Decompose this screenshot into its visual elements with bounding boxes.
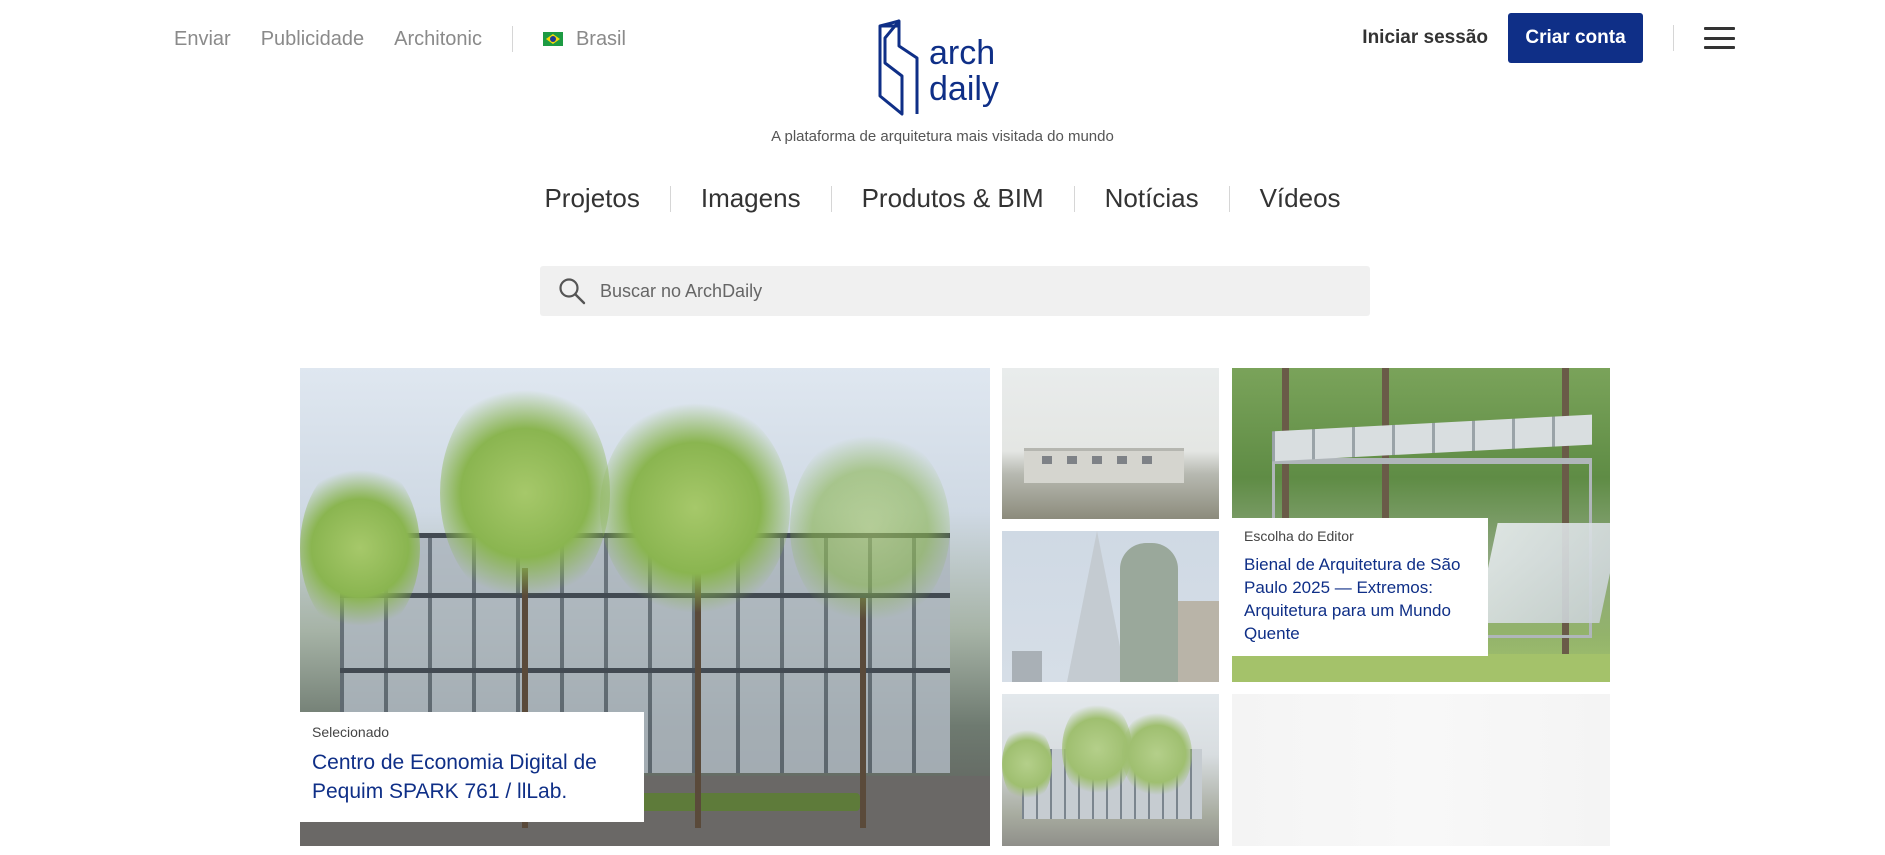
account-area: Iniciar sessão Criar conta	[1362, 13, 1735, 63]
divider	[1673, 25, 1674, 51]
hamburger-menu-icon[interactable]	[1704, 27, 1735, 49]
country-label: Brasil	[575, 27, 626, 50]
thumbnail-3[interactable]	[1002, 694, 1219, 846]
featured-kicker: Selecionado	[312, 724, 390, 740]
featured-caption: Selecionado Centro de Economia Digital d…	[300, 712, 644, 822]
thumbnail-1[interactable]	[1002, 368, 1219, 519]
search-icon	[559, 278, 586, 305]
nav-videos[interactable]: Vídeos	[1230, 183, 1371, 214]
link-architonic[interactable]: Architonic	[394, 28, 482, 51]
nav-imagens[interactable]: Imagens	[671, 183, 831, 214]
loading-placeholder	[1232, 694, 1610, 846]
divider	[511, 26, 513, 52]
search-input[interactable]	[600, 280, 1300, 302]
link-enviar[interactable]: Enviar	[174, 28, 231, 51]
editor-pick-caption: Escolha do Editor Bienal de Arquitetura …	[1232, 518, 1488, 656]
editor-pick-title-link[interactable]: Bienal de Arquitetura de São Paulo 2025 …	[1244, 553, 1476, 645]
country-selector[interactable]: Brasil	[542, 27, 626, 51]
link-publicidade[interactable]: Publicidade	[261, 28, 364, 51]
editor-pick-kicker: Escolha do Editor	[1244, 528, 1354, 544]
tagline: A plataforma de arquitetura mais visitad…	[771, 128, 1114, 145]
brazil-flag-icon	[542, 32, 563, 46]
svg-text:daily: daily	[929, 70, 999, 108]
svg-text:arch: arch	[929, 34, 995, 72]
thumbnail-2[interactable]	[1002, 531, 1219, 682]
nav-noticias[interactable]: Notícias	[1075, 183, 1229, 214]
nav-projetos[interactable]: Projetos	[514, 183, 669, 214]
nav-produtos-bim[interactable]: Produtos & BIM	[832, 183, 1074, 214]
top-links: Enviar Publicidade Architonic Brasil	[174, 26, 656, 52]
login-link[interactable]: Iniciar sessão	[1362, 27, 1488, 49]
main-nav: Projetos Imagens Produtos & BIM Notícias…	[0, 183, 1885, 214]
search-bar[interactable]	[540, 266, 1370, 316]
archdaily-logo[interactable]: arch daily	[877, 18, 1037, 118]
create-account-button[interactable]: Criar conta	[1508, 13, 1643, 63]
featured-title-link[interactable]: Centro de Economia Digital de Pequim SPA…	[312, 748, 632, 806]
logo-mark-icon: arch daily	[878, 19, 999, 116]
